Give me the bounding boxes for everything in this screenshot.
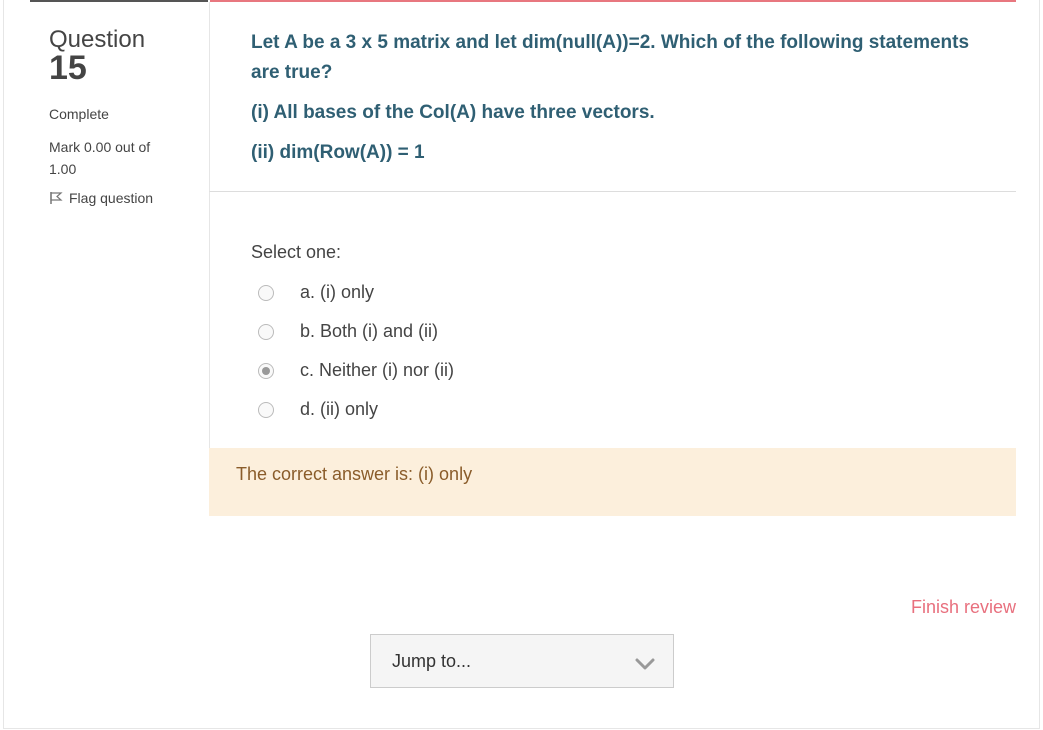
question-text: Let A be a 3 x 5 matrix and let dim(null… — [251, 32, 970, 83]
answer-option-label: a. (i) only — [300, 282, 375, 302]
question-content: Let A be a 3 x 5 matrix and let dim(null… — [209, 2, 1016, 516]
answer-option-label: d. (ii) only — [300, 399, 379, 419]
info-top-border — [30, 0, 208, 2]
chevron-down-icon — [635, 654, 655, 675]
question-number: 15 — [49, 49, 87, 87]
answer-block: Select one: a. (i) only b. Both (i) and … — [209, 192, 1016, 448]
answer-option-a[interactable]: a. (i) only — [251, 273, 1016, 312]
flag-question-link[interactable]: Flag question — [49, 190, 199, 206]
select-one-prompt: Select one: — [251, 242, 342, 262]
correct-answer-feedback: The correct answer is: (i) only — [209, 448, 1016, 516]
answer-option-label: c. Neither (i) nor (ii) — [300, 360, 455, 380]
question-text-block: Let A be a 3 x 5 matrix and let dim(null… — [209, 2, 1016, 192]
jump-to-select[interactable]: Jump to... — [370, 634, 674, 688]
radio-button[interactable] — [258, 323, 274, 340]
statement-1: (i) All bases of the Col(A) have three v… — [251, 102, 655, 123]
question-state: Complete — [49, 106, 109, 122]
statement-2: (ii) dim(Row(A)) = 1 — [251, 142, 425, 163]
question-info: Question 15 Complete Mark 0.00 out of 1.… — [49, 26, 199, 206]
answer-option-label: b. Both (i) and (ii) — [300, 321, 439, 341]
answer-option-b[interactable]: b. Both (i) and (ii) — [251, 312, 1016, 351]
radio-button[interactable] — [258, 401, 274, 418]
flag-icon — [49, 191, 63, 205]
answer-option-c[interactable]: c. Neither (i) nor (ii) — [251, 351, 1016, 390]
question-grade: Mark 0.00 out of 1.00 — [49, 139, 151, 177]
flag-question-label: Flag question — [69, 190, 154, 206]
answer-option-d[interactable]: d. (ii) only — [251, 390, 1016, 429]
jump-to-label: Jump to... — [392, 650, 472, 671]
radio-button-selected[interactable] — [258, 362, 274, 379]
radio-button[interactable] — [258, 284, 274, 301]
finish-review-link[interactable]: Finish review — [911, 597, 1016, 618]
